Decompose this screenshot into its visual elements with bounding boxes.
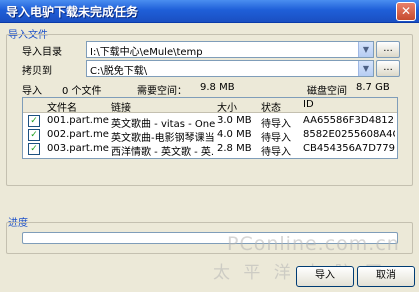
- import-button-label: 导入: [315, 270, 335, 281]
- table-row[interactable]: ✓ 002.part.met 英文歌曲-电影钢琴课当... 4.0 MB 待导入…: [23, 128, 397, 144]
- column-header-size[interactable]: 大小: [217, 99, 237, 114]
- import-button[interactable]: 导入: [296, 266, 354, 287]
- need-space-value: 9.8 MB: [200, 82, 235, 93]
- import-dir-label: 导入目录: [22, 47, 62, 58]
- file-count: 0 个文件: [62, 86, 102, 97]
- chevron-down-icon[interactable]: ▼: [358, 42, 373, 57]
- chevron-down-icon[interactable]: ▼: [358, 61, 373, 76]
- row-filename: 002.part.met: [47, 129, 109, 140]
- row-size: 2.8 MB: [217, 143, 252, 154]
- row-status: 待导入: [261, 147, 291, 158]
- row-size: 3.0 MB: [217, 115, 252, 126]
- watermark-text: PConline.com.cn: [227, 233, 400, 255]
- disk-space-label: 磁盘空间: [307, 86, 347, 97]
- import-dir-combo[interactable]: I:\下载中心\eMule\temp ▼: [86, 41, 374, 58]
- column-header-id[interactable]: ID: [303, 99, 314, 110]
- row-link: 西洋情歌 - 英文歌 - 英...: [111, 147, 215, 158]
- copy-to-combo[interactable]: C:\脱免下载\ ▼: [86, 60, 374, 77]
- row-id: AA65586F3D4812B09...: [303, 115, 395, 126]
- row-checkbox[interactable]: ✓: [28, 143, 40, 155]
- table-row[interactable]: ✓ 001.part.met 英文歌曲 - vitas - Onepa... 3…: [23, 114, 397, 130]
- window-title: 导入电驴下载未完成任务: [6, 5, 139, 19]
- row-checkbox[interactable]: ✓: [28, 129, 40, 141]
- title-bar[interactable]: 导入电驴下载未完成任务 ✕: [0, 0, 419, 23]
- disk-space-value: 8.7 GB: [356, 82, 390, 93]
- copy-to-value: C:\脱免下载\: [90, 66, 148, 77]
- row-checkbox[interactable]: ✓: [28, 115, 40, 127]
- copy-to-label: 拷贝到: [22, 66, 52, 77]
- close-button[interactable]: ✕: [396, 2, 416, 21]
- row-id: 8582E0255608A4CD8...: [303, 129, 395, 140]
- copy-to-browse-button[interactable]: ...: [376, 60, 400, 77]
- row-filename: 001.part.met: [47, 115, 109, 126]
- column-header-status[interactable]: 状态: [261, 99, 281, 114]
- cancel-button-label: 取消: [376, 270, 396, 281]
- column-header-filename[interactable]: 文件名: [47, 99, 77, 114]
- cancel-button[interactable]: 取消: [357, 266, 415, 287]
- file-list-header: 文件名 链接 大小 状态 ID: [23, 98, 397, 114]
- import-dir-value: I:\下载中心\eMule\temp: [90, 47, 203, 58]
- close-icon: ✕: [400, 4, 412, 18]
- file-list[interactable]: 文件名 链接 大小 状态 ID ✓ 001.part.met 英文歌曲 - vi…: [22, 97, 398, 159]
- import-count-label: 导入: [22, 86, 42, 97]
- row-filename: 003.part.met: [47, 143, 109, 154]
- column-header-link[interactable]: 链接: [111, 99, 131, 114]
- import-dir-browse-button[interactable]: ...: [376, 41, 400, 58]
- browse-label: ...: [383, 62, 393, 73]
- row-id: CB454356A7D77910...: [303, 143, 395, 154]
- browse-label: ...: [383, 43, 393, 54]
- need-space-label: 需要空间：: [137, 86, 187, 97]
- row-size: 4.0 MB: [217, 129, 252, 140]
- table-row[interactable]: ✓ 003.part.met 西洋情歌 - 英文歌 - 英... 2.8 MB …: [23, 142, 397, 158]
